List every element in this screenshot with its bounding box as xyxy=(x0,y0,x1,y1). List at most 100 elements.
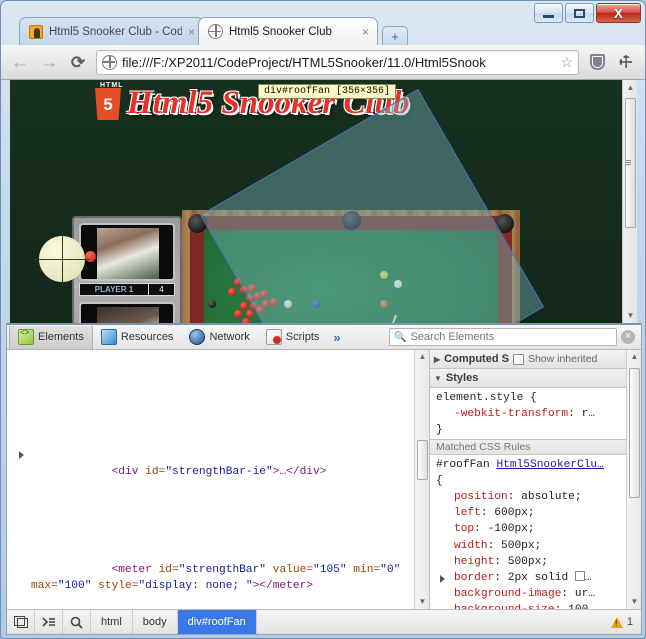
search-icon xyxy=(70,616,83,629)
css-declaration[interactable]: background-image: ur… xyxy=(436,586,637,602)
aim-ball-control[interactable] xyxy=(34,231,90,287)
players-panel: PLAYER 1 4 PLAYER 2 4 xyxy=(72,216,182,323)
dom-tag: <div xyxy=(111,466,146,479)
player1-name: PLAYER 1 xyxy=(94,285,134,294)
menu-button[interactable]: ⚒ xyxy=(615,51,638,74)
tab-close-icon[interactable]: × xyxy=(188,26,195,38)
dom-tree-pane[interactable]: <meter id="105"> <div id="strengthBar-ie… xyxy=(7,350,430,609)
address-bar[interactable]: file:///F:/XP2011/CodeProject/HTML5Snook… xyxy=(96,49,579,75)
show-inherited-checkbox[interactable] xyxy=(512,353,524,365)
css-declaration[interactable]: width: 500px; xyxy=(436,538,637,554)
css-declaration[interactable]: top: -100px; xyxy=(436,521,637,537)
tab-title: Html5 Snooker Club xyxy=(229,25,332,38)
dom-attr: id= xyxy=(158,563,179,576)
scroll-down-icon[interactable]: ▼ xyxy=(415,595,429,609)
expand-triangle-icon[interactable] xyxy=(440,575,445,584)
close-button[interactable]: X xyxy=(596,3,641,23)
dom-tag: <meter xyxy=(111,563,159,576)
reload-button[interactable]: ⟳ xyxy=(67,54,89,71)
url-text[interactable]: file:///F:/XP2011/CodeProject/HTML5Snook… xyxy=(122,55,555,70)
devtools-toolbar: Elements Resources Network Scripts » 🔍 xyxy=(7,325,641,350)
search-input[interactable] xyxy=(410,331,612,343)
scroll-down-icon[interactable]: ▼ xyxy=(623,308,637,323)
show-console-button[interactable] xyxy=(35,610,63,634)
tab-codeproject[interactable]: Html5 Snooker Club - Code × xyxy=(19,17,204,45)
color-swatch[interactable] xyxy=(574,571,585,582)
dom-tree: <meter id="105"> <div id="strengthBar-ie… xyxy=(7,350,413,609)
tab-close-icon[interactable]: × xyxy=(362,26,369,38)
css-value: : r… xyxy=(568,408,595,421)
scroll-up-icon[interactable]: ▲ xyxy=(623,80,637,95)
dom-row-strengthbar[interactable]: <meter id="strengthBar" value="105" min=… xyxy=(17,545,409,609)
tab-snooker[interactable]: Html5 Snooker Club × xyxy=(198,17,378,45)
devtools-tab-elements[interactable]: Elements xyxy=(9,325,93,349)
resources-icon xyxy=(100,329,117,345)
page-globe-icon xyxy=(102,54,117,70)
minimize-button[interactable] xyxy=(534,3,563,23)
scroll-up-icon[interactable]: ▲ xyxy=(415,350,429,364)
devtools-tab-resources[interactable]: Resources xyxy=(93,326,182,349)
css-value: 500px; xyxy=(501,539,542,552)
css-property: height xyxy=(454,555,495,568)
element-style-declaration[interactable]: -webkit-transform: r… xyxy=(436,406,637,422)
scroll-down-icon[interactable]: ▼ xyxy=(627,595,641,609)
css-property: -webkit-transform xyxy=(454,408,569,421)
roofFan-highlight-overlay xyxy=(199,88,545,323)
css-declaration-border[interactable]: border: 2px solid … xyxy=(436,570,637,586)
inspect-search-button[interactable] xyxy=(63,610,91,634)
expand-triangle-icon[interactable] xyxy=(19,451,24,460)
dom-row-strengthbar-ie[interactable]: <div id="strengthBar-ie">…</div> xyxy=(17,448,409,497)
maximize-button[interactable] xyxy=(565,3,594,23)
new-tab-button[interactable]: + xyxy=(382,26,408,45)
console-icon xyxy=(41,617,55,627)
devtools-tab-label: Scripts xyxy=(285,331,320,343)
breadcrumb-rooffan[interactable]: div#roofFan xyxy=(177,610,257,634)
tab-title: Html5 Snooker Club - Code xyxy=(49,25,182,38)
rule-source-link[interactable]: Html5SnookerClu… xyxy=(496,459,603,471)
styles-section-header[interactable]: ▼ Styles ⚙ xyxy=(430,369,641,388)
clear-search-button[interactable]: × xyxy=(621,330,635,344)
css-declaration[interactable]: position: absolute; xyxy=(436,489,637,505)
dock-to-window-button[interactable] xyxy=(7,610,35,634)
codeproject-icon xyxy=(29,24,43,39)
chevron-right-icon[interactable]: ▶ xyxy=(434,355,440,364)
title-bar: X Html5 Snooker Club - Code × Html5 Snoo… xyxy=(1,1,645,45)
devtools-tab-network[interactable]: Network xyxy=(181,326,257,349)
element-style-open: element.style { xyxy=(436,392,537,404)
bookmark-star-icon[interactable]: ☆ xyxy=(560,54,573,71)
dom-scrollbar-thumb[interactable] xyxy=(417,440,428,480)
rule-open-brace: { xyxy=(436,474,443,487)
css-value: -100px; xyxy=(487,523,535,536)
styles-scrollbar-thumb[interactable] xyxy=(629,368,640,498)
maximize-icon xyxy=(574,8,585,18)
css-property: top xyxy=(454,523,475,536)
player2-thumbnail xyxy=(97,307,159,323)
breadcrumb-body[interactable]: body xyxy=(133,610,178,634)
extension-button[interactable] xyxy=(586,51,608,73)
breadcrumb-html[interactable]: html xyxy=(91,610,133,634)
matched-rule-block: #roofFan Html5SnookerClu… { position: ab… xyxy=(430,455,641,609)
inspector-tooltip: div#roofFan [356×356] xyxy=(258,84,397,99)
back-button[interactable]: ← xyxy=(9,53,31,72)
dom-scrollbar[interactable]: ▲ ▼ xyxy=(414,350,429,609)
dom-row-clipped: <meter id="105"> xyxy=(17,392,409,400)
css-declaration[interactable]: height: 500px; xyxy=(436,554,637,570)
forward-button[interactable]: → xyxy=(38,53,60,72)
search-elements-box[interactable]: 🔍 xyxy=(389,328,617,346)
devtools-overflow-button[interactable]: » xyxy=(327,330,346,345)
network-icon xyxy=(189,329,206,345)
page-scrollbar[interactable]: ▲ ▼ xyxy=(622,80,637,323)
player1-ball-indicator xyxy=(85,251,96,262)
chevron-down-icon[interactable]: ▼ xyxy=(434,374,442,383)
devtools-tab-label: Network xyxy=(209,331,250,343)
computed-style-header[interactable]: ▶ Computed S Show inherited xyxy=(430,350,641,369)
scroll-up-icon[interactable]: ▲ xyxy=(627,350,641,364)
dom-val: "display: none; " xyxy=(138,579,253,592)
player2-video xyxy=(79,302,175,323)
globe-icon xyxy=(208,24,223,39)
devtools-tab-scripts[interactable]: Scripts xyxy=(258,326,328,349)
warning-indicator[interactable]: 1 xyxy=(610,616,641,628)
css-declaration[interactable]: left: 600px; xyxy=(436,505,637,521)
html5-word-label: HTML xyxy=(100,82,124,89)
styles-scrollbar[interactable]: ▲ ▼ xyxy=(626,350,641,609)
